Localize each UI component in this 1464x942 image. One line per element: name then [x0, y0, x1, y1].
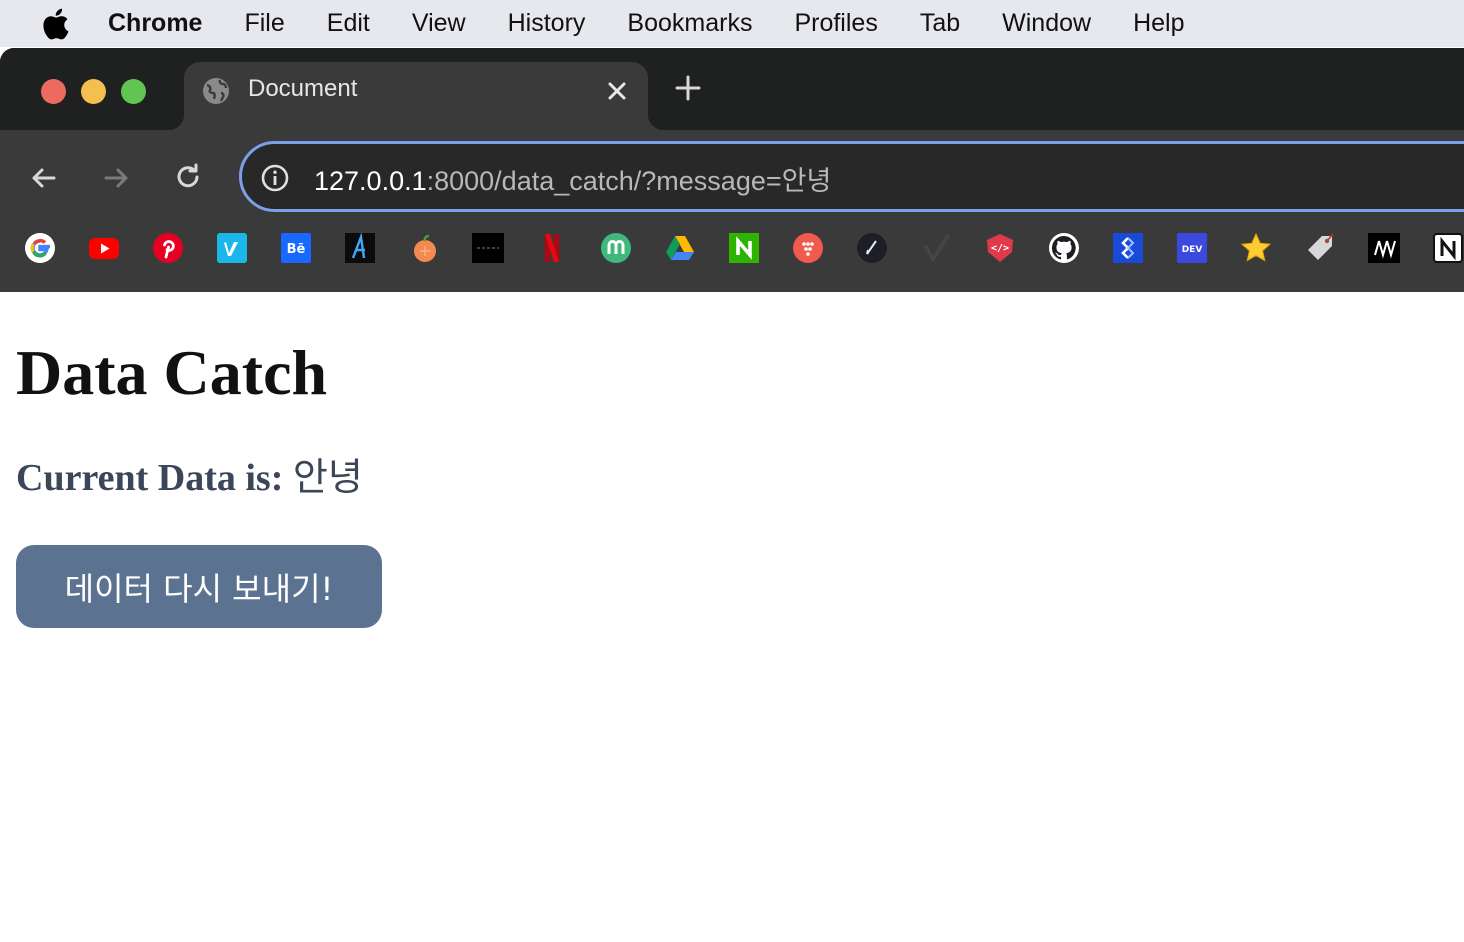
reload-icon[interactable] — [170, 160, 206, 196]
dev-icon[interactable]: DEV — [1176, 232, 1208, 264]
behance-icon[interactable]: Bē — [280, 232, 312, 264]
dots-circle-icon[interactable] — [792, 232, 824, 264]
check-icon[interactable] — [920, 232, 952, 264]
menu-tab[interactable]: Tab — [920, 9, 960, 38]
resend-data-button[interactable]: 데이터 다시 보내기! — [16, 545, 382, 628]
vimeo-icon[interactable] — [216, 232, 248, 264]
menu-edit[interactable]: Edit — [327, 9, 370, 38]
medium-icon[interactable] — [1368, 232, 1400, 264]
dark-square-icon[interactable] — [472, 232, 504, 264]
current-data-label: Current Data is: — [16, 457, 284, 499]
jira-icon[interactable] — [1112, 232, 1144, 264]
svg-text:Bē: Bē — [287, 242, 306, 257]
github-icon[interactable] — [1048, 232, 1080, 264]
pinterest-icon[interactable] — [152, 232, 184, 264]
code-badge-icon[interactable]: </> — [984, 232, 1016, 264]
svg-text:</>: </> — [991, 243, 1009, 254]
macos-menu-bar: Chrome File Edit View History Bookmarks … — [0, 0, 1464, 47]
menu-profiles[interactable]: Profiles — [794, 9, 877, 38]
menu-history[interactable]: History — [508, 9, 586, 38]
browser-window: Document 127.0.0.1:8000/data_catch/?mess… — [0, 48, 1464, 292]
bookmarks-bar: Bē </> DEV — [0, 218, 1464, 278]
page-content: Data Catch Current Data is: 안녕 데이터 다시 보내… — [0, 292, 1464, 942]
window-minimize-button[interactable] — [81, 79, 106, 104]
m-circle-icon[interactable] — [600, 232, 632, 264]
menu-file[interactable]: File — [244, 9, 284, 38]
address-url[interactable]: 127.0.0.1:8000/data_catch/?message=안녕 — [314, 159, 831, 198]
google-icon[interactable] — [24, 232, 56, 264]
pen-circle-icon[interactable] — [856, 232, 888, 264]
fruit-icon[interactable] — [408, 232, 440, 264]
menu-app-chrome[interactable]: Chrome — [108, 9, 202, 38]
back-arrow-icon[interactable] — [26, 160, 62, 196]
url-path: :8000/data_catch/?message=안녕 — [426, 166, 832, 196]
notion-icon[interactable] — [1432, 232, 1464, 264]
n-square-icon[interactable] — [728, 232, 760, 264]
tab-close-icon[interactable] — [602, 76, 632, 106]
current-data-line: Current Data is: 안녕 — [16, 446, 363, 501]
tag-icon[interactable] — [1304, 232, 1336, 264]
current-data-value: 안녕 — [292, 457, 363, 499]
menu-help[interactable]: Help — [1133, 9, 1184, 38]
window-zoom-button[interactable] — [121, 79, 146, 104]
app-a-icon[interactable] — [344, 232, 376, 264]
forward-arrow-icon[interactable] — [98, 160, 134, 196]
tab-strip: Document — [0, 48, 1464, 130]
menu-window[interactable]: Window — [1002, 9, 1091, 38]
site-info-icon[interactable] — [260, 163, 290, 193]
url-host: 127.0.0.1 — [314, 166, 427, 196]
netflix-icon[interactable] — [536, 232, 568, 264]
globe-icon — [203, 78, 229, 104]
new-tab-plus-icon[interactable] — [672, 72, 704, 104]
apple-logo-icon[interactable] — [40, 7, 70, 41]
window-close-button[interactable] — [41, 79, 66, 104]
youtube-icon[interactable] — [88, 232, 120, 264]
menu-view[interactable]: View — [412, 9, 466, 38]
star-icon[interactable] — [1240, 232, 1272, 264]
address-bar[interactable]: 127.0.0.1:8000/data_catch/?message=안녕 — [239, 141, 1464, 212]
page-title: Data Catch — [16, 337, 328, 408]
svg-text:DEV: DEV — [1182, 245, 1203, 255]
google-drive-icon[interactable] — [664, 232, 696, 264]
tab-title: Document — [248, 75, 358, 102]
menu-bookmarks[interactable]: Bookmarks — [627, 9, 752, 38]
tab-document[interactable]: Document — [168, 62, 664, 130]
browser-toolbar: 127.0.0.1:8000/data_catch/?message=안녕 Bē… — [0, 130, 1464, 292]
